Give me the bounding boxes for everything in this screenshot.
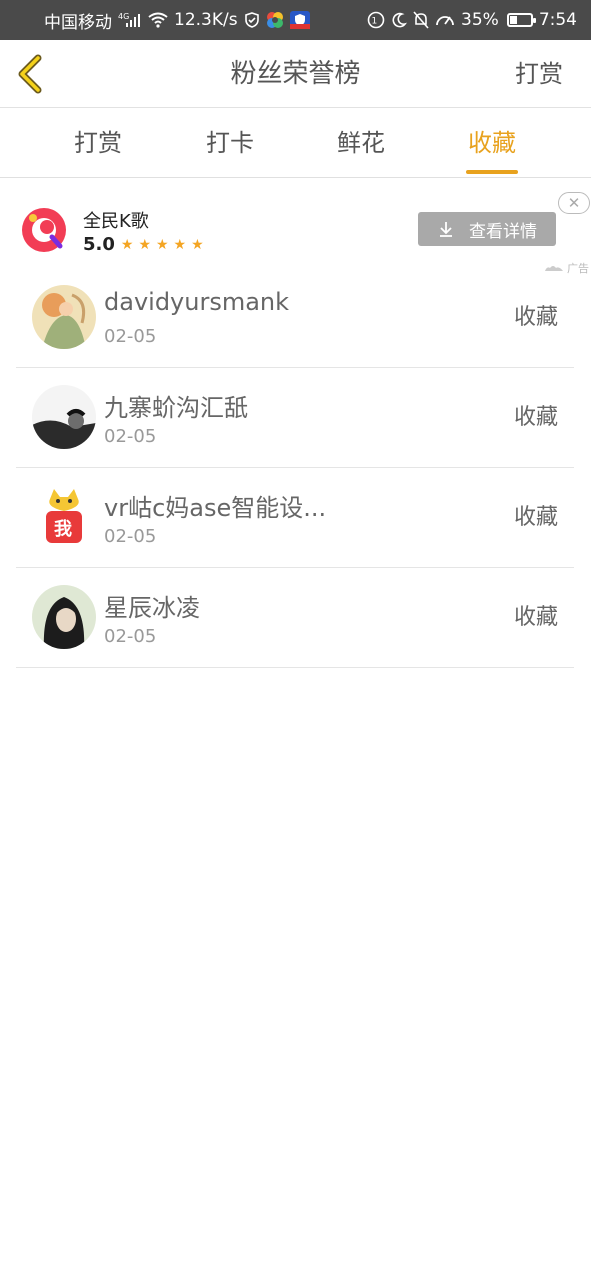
ad-banner[interactable]: 全民K歌 5.0 ★★★★★ 查看详情 ✕ 广告 [0,186,591,278]
wifi-icon [148,12,168,28]
item-date: 02-05 [104,426,157,447]
tab-favorites-label: 收藏 [468,129,516,157]
tab-flowers[interactable]: 鲜花 [311,108,411,178]
download-icon [440,222,452,237]
ad-rating: 5.0 ★★★★★ [83,234,209,255]
svg-text:我: 我 [54,519,72,540]
user-name: vr岵c妈ase智能设... [104,494,327,522]
avatar: 我 [32,485,96,549]
tab-checkin[interactable]: 打卡 [180,108,280,178]
view-details-button[interactable]: 查看详情 [418,212,556,246]
colorful-app-icon [266,11,284,29]
rating-stars: ★★★★★ [120,236,209,253]
carrier-label: 中国移动 [44,12,112,33]
tab-reward[interactable]: 打赏 [48,108,148,178]
item-action-label: 收藏 [513,605,558,630]
svg-text:1: 1 [372,17,378,27]
data-saver-icon: 1 [367,11,385,29]
view-details-label: 查看详情 [469,221,537,242]
top-app-bar: 粉丝荣誉榜 打赏 [0,40,591,108]
fan-list: davidyursmank 02-05 收藏 九寨蚧沟汇舐 02-05 收藏 我 [16,268,574,668]
ad-app-name: 全民K歌 [83,211,149,232]
close-icon: ✕ [567,194,581,212]
item-action-label: 收藏 [513,405,558,430]
active-tab-indicator [466,170,518,174]
item-action-label: 收藏 [513,305,558,330]
tab-bar: 打赏 打卡 鲜花 收藏 [0,108,591,178]
user-name: 星辰冰凌 [104,594,200,622]
list-item[interactable]: 星辰冰凌 02-05 收藏 [16,568,574,668]
tab-favorites[interactable]: 收藏 [442,108,542,178]
ad-app-logo [20,206,68,254]
speedometer-icon [435,11,455,29]
ad-rating-value: 5.0 [83,234,115,255]
list-item[interactable]: davidyursmank 02-05 收藏 [16,268,574,368]
item-date: 02-05 [104,526,157,547]
avatar [32,385,96,449]
network-type: 4G [118,12,129,21]
clock: 7:54 [538,10,577,30]
user-name: 九寨蚧沟汇舐 [104,394,248,422]
battery-icon [506,13,536,27]
mute-bell-icon [413,11,429,29]
page-title: 粉丝荣誉榜 [230,59,361,89]
security-app-icon [289,11,310,29]
list-item[interactable]: 我 vr岵c妈ase智能设... 02-05 收藏 [16,468,574,568]
shield-icon [244,12,260,28]
moon-icon [391,12,408,28]
item-date: 02-05 [104,626,157,647]
status-bar: 中国移动 4G 12.3K/s 1 35% 7:54 [0,0,591,40]
close-ad-button[interactable]: ✕ [558,192,590,214]
battery-percent: 35% [461,10,499,30]
network-speed: 12.3K/s [174,10,238,30]
reward-button[interactable]: 打赏 [515,40,563,108]
item-action-label: 收藏 [513,505,558,530]
avatar [32,285,96,349]
user-name: davidyursmank [104,288,290,316]
avatar [32,585,96,649]
list-item[interactable]: 九寨蚧沟汇舐 02-05 收藏 [16,368,574,468]
item-date: 02-05 [104,326,157,347]
signal-icon: 4G [118,12,142,28]
